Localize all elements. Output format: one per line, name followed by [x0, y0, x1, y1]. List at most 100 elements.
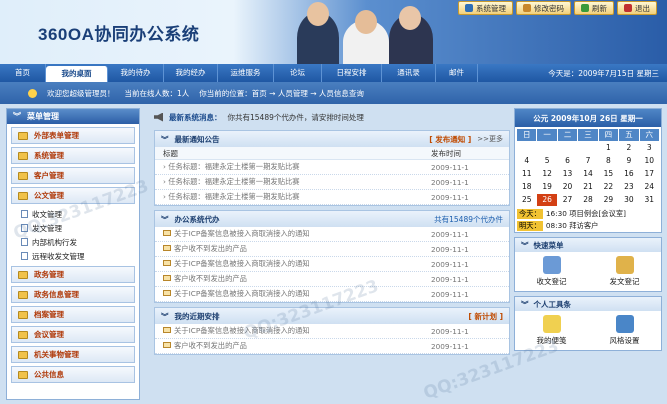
list-row[interactable]: › 任务标题：福建永定土楼第一期发贴比赛 2009-11-1: [155, 190, 509, 205]
new-plan-button[interactable]: [ 新计划 ]: [468, 311, 503, 322]
calendar-day[interactable]: 31: [640, 194, 659, 206]
list-row[interactable]: › 任务标题：福建永定土楼第一期发贴比赛 2009-11-1: [155, 160, 509, 175]
calendar-day[interactable]: 20: [558, 181, 577, 193]
calendar-day[interactable]: 22: [599, 181, 618, 193]
calendar-day[interactable]: 21: [578, 181, 597, 193]
sidebar-subitem[interactable]: 发文管理: [7, 221, 139, 235]
nav-item[interactable]: 论坛: [274, 64, 322, 82]
mail-icon: [163, 342, 171, 348]
row-date: 2009-11-1: [431, 289, 469, 299]
list-row[interactable]: 关于ICP备案信息被接入商取消接入的通知 2009-11-1: [155, 227, 509, 242]
toolbar-button[interactable]: 刷新: [574, 1, 614, 15]
list-row[interactable]: 客户收不到发出的产品 2009-11-1: [155, 339, 509, 354]
row-title: 关于ICP备案信息被接入商取消接入的通知: [163, 289, 431, 299]
list-row[interactable]: 关于ICP备案信息被接入商取消接入的通知 2009-11-1: [155, 287, 509, 302]
calendar-day[interactable]: 25: [517, 194, 536, 206]
calendar-day[interactable]: 30: [619, 194, 638, 206]
calendar-day[interactable]: 17: [640, 168, 659, 180]
sidebar-item[interactable]: 政务信息管理: [11, 286, 135, 303]
calendar-day[interactable]: 5: [537, 155, 556, 167]
sidebar-item-label: 公共信息: [34, 370, 64, 379]
tool-button[interactable]: 收文登记: [537, 256, 567, 287]
nav-item[interactable]: 邮件: [436, 64, 478, 82]
sidebar-subitem[interactable]: 内部机构行发: [7, 235, 139, 249]
calendar-day[interactable]: 9: [619, 155, 638, 167]
calendar-day[interactable]: 14: [578, 168, 597, 180]
list-row[interactable]: 关于ICP备案信息被接入商取消接入的通知 2009-11-1: [155, 257, 509, 272]
calendar-day[interactable]: 11: [517, 168, 536, 180]
tool-button[interactable]: 风格设置: [610, 315, 640, 346]
nav-item[interactable]: 通讯录: [382, 64, 436, 82]
list-row[interactable]: › 任务标题：福建永定土楼第一期发贴比赛 2009-11-1: [155, 175, 509, 190]
calendar-day[interactable]: 8: [599, 155, 618, 167]
toolbar-button[interactable]: 修改密码: [516, 1, 571, 15]
calendar-day[interactable]: 4: [517, 155, 536, 167]
list-row[interactable]: 关于ICP备案信息被接入商取消接入的通知 2009-11-1: [155, 324, 509, 339]
nav-item[interactable]: 我的桌面: [46, 66, 108, 82]
nav-item[interactable]: 运维服务: [218, 64, 274, 82]
speaker-icon: [154, 112, 163, 122]
collapse-icon[interactable]: ︾: [161, 134, 169, 145]
toolbar-button[interactable]: 退出: [617, 1, 657, 15]
notice-panel: ︾ 最新通知公告 [ 发布通知 ] >>更多 标题 发布时间 › 任务标题：福建…: [154, 130, 510, 206]
calendar-day[interactable]: 6: [558, 155, 577, 167]
collapse-icon[interactable]: ︾: [13, 111, 21, 122]
row-title-text: 任务标题：福建永定土楼第一期发贴比赛: [168, 192, 300, 201]
sidebar-item[interactable]: 档案管理: [11, 306, 135, 323]
calendar-day[interactable]: 13: [558, 168, 577, 180]
tool-button[interactable]: 我的便笺: [537, 315, 567, 346]
calendar-day[interactable]: 12: [537, 168, 556, 180]
mail-icon: [163, 275, 171, 281]
calendar-day[interactable]: 3: [640, 142, 659, 154]
todo-count[interactable]: 共有15489个代办件: [434, 214, 503, 225]
calendar-day[interactable]: 2: [619, 142, 638, 154]
sidebar-subitem[interactable]: 远程收发文管理: [7, 249, 139, 263]
calendar-day[interactable]: 1: [599, 142, 618, 154]
sidebar-subitem[interactable]: 收文管理: [7, 207, 139, 221]
nav-item[interactable]: 我的待办: [108, 64, 164, 82]
collapse-icon[interactable]: ︾: [161, 214, 169, 225]
sidebar-item[interactable]: 会议管理: [11, 326, 135, 343]
col-title: 标题: [163, 148, 178, 158]
collapse-icon[interactable]: ︾: [521, 240, 529, 251]
list-row[interactable]: 客户收不到发出的产品 2009-11-1: [155, 242, 509, 257]
sidebar-item[interactable]: 机关事物管理: [11, 346, 135, 363]
calendar-day[interactable]: 18: [517, 181, 536, 193]
calendar-day[interactable]: 27: [558, 194, 577, 206]
collapse-icon[interactable]: ︾: [161, 311, 169, 322]
sidebar-item[interactable]: 客户管理: [11, 167, 135, 184]
toolbar-button[interactable]: 系统管理: [458, 1, 513, 15]
calendar-day[interactable]: 16: [619, 168, 638, 180]
sidebar-item[interactable]: 公共信息: [11, 366, 135, 383]
nav-item[interactable]: 我的经办: [164, 64, 218, 82]
sidebar-item[interactable]: 公文管理: [11, 187, 135, 204]
sidebar-item[interactable]: 政务管理: [11, 266, 135, 283]
list-row[interactable]: 客户收不到发出的产品 2009-11-1: [155, 272, 509, 287]
document-icon: [21, 252, 28, 260]
nav-item[interactable]: 日程安排: [322, 64, 382, 82]
calendar-day[interactable]: 24: [640, 181, 659, 193]
calendar-day[interactable]: 26: [537, 194, 557, 206]
more-link[interactable]: >>更多: [477, 134, 503, 144]
row-date: 2009-11-1: [431, 229, 469, 239]
calendar-day[interactable]: 15: [599, 168, 618, 180]
calendar-day[interactable]: 10: [640, 155, 659, 167]
online-count: 当前在线人数：1人: [124, 88, 190, 98]
sidebar-item[interactable]: 外部表单管理: [11, 127, 135, 144]
calendar-day[interactable]: 23: [619, 181, 638, 193]
calendar-day[interactable]: 28: [578, 194, 597, 206]
tool-button[interactable]: 发文登记: [610, 256, 640, 287]
folder-icon: [18, 370, 28, 379]
sidebar-item[interactable]: 系统管理: [11, 147, 135, 164]
calendar-day[interactable]: 29: [599, 194, 618, 206]
publish-notice-button[interactable]: [ 发布通知 ]: [429, 134, 471, 145]
sidebar-subitem-label: 发文管理: [32, 223, 62, 233]
calendar-day[interactable]: 7: [578, 155, 597, 167]
collapse-icon[interactable]: ︾: [521, 299, 529, 310]
sidebar-item-label: 机关事物管理: [34, 350, 79, 359]
calendar-day[interactable]: 19: [537, 181, 556, 193]
toolbar-button-label: 刷新: [592, 3, 607, 13]
tool-label: 收文登记: [536, 277, 567, 286]
nav-item[interactable]: 首页: [0, 64, 46, 82]
row-title: › 任务标题：福建永定土楼第一期发贴比赛: [163, 192, 431, 202]
